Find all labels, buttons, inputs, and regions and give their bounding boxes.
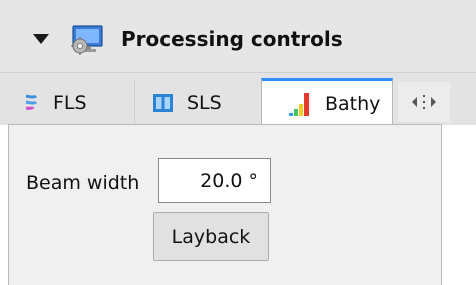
tab-scroll-control[interactable] — [398, 82, 450, 122]
panel-header[interactable]: Processing controls — [0, 0, 476, 73]
sls-sonar-icon — [153, 93, 173, 112]
tab-bathy[interactable]: Bathy — [261, 78, 393, 126]
processing-settings-icon — [71, 25, 103, 55]
bathy-bars-icon — [289, 92, 309, 116]
scroll-left-icon[interactable] — [412, 97, 417, 107]
tab-label: FLS — [53, 91, 87, 114]
fls-sonar-icon — [25, 94, 38, 110]
tab-sls[interactable]: SLS — [134, 80, 258, 125]
tab-bar: FLS SLS Bathy — [0, 73, 476, 126]
beam-width-label: Beam width — [26, 172, 140, 194]
panel-title: Processing controls — [121, 27, 343, 51]
collapse-arrow-icon[interactable] — [33, 34, 49, 44]
tab-label: Bathy — [325, 92, 381, 115]
layback-button[interactable]: Layback — [153, 212, 269, 261]
drag-handle-icon — [423, 93, 425, 111]
scroll-right-icon[interactable] — [431, 97, 436, 107]
processing-controls-panel: Processing controls FLS SLS Bathy Beam w… — [0, 0, 476, 285]
tab-fls[interactable]: FLS — [8, 80, 126, 125]
beam-width-input[interactable] — [158, 158, 271, 203]
tab-label: SLS — [187, 91, 222, 114]
